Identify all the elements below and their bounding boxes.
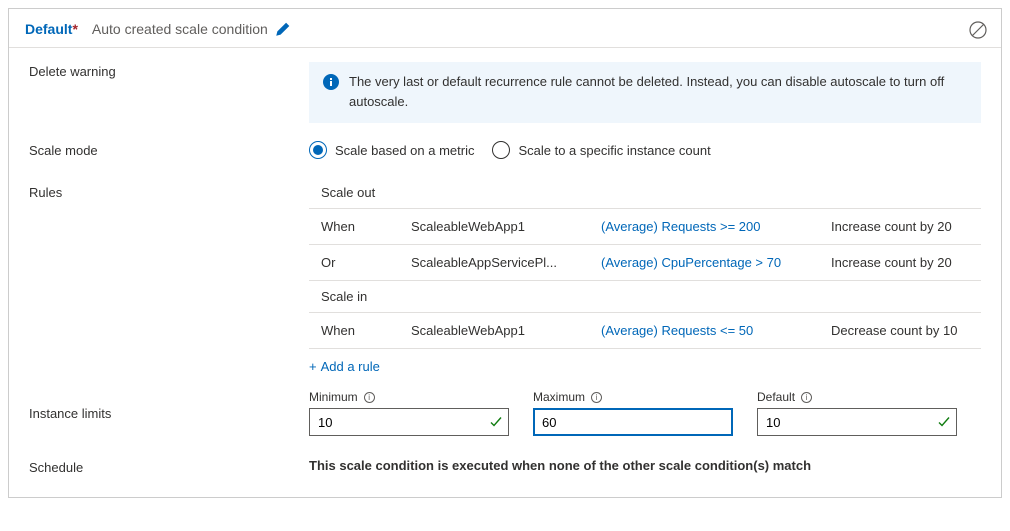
maximum-label: Maximum xyxy=(533,390,585,404)
panel-body: Delete warning The very last or default … xyxy=(9,48,1001,497)
minimum-label: Minimum xyxy=(309,390,358,404)
row-rules: Rules Scale out When ScaleableWebApp1 (A… xyxy=(29,177,981,380)
rule-condition-link[interactable]: (Average) Requests <= 50 xyxy=(601,323,831,338)
maximum-input[interactable] xyxy=(533,408,733,436)
scale-condition-panel: Default* Auto created scale condition De… xyxy=(8,8,1002,498)
row-instance-limits: Instance limits Minimum i xyxy=(29,386,981,436)
radio-label: Scale to a specific instance count xyxy=(518,143,710,158)
rule-action: Increase count by 20 xyxy=(831,255,969,270)
help-icon[interactable]: i xyxy=(591,392,602,403)
table-row[interactable]: Or ScaleableAppServicePl... (Average) Cp… xyxy=(309,245,981,281)
rule-resource: ScaleableWebApp1 xyxy=(411,323,601,338)
radio-scale-metric[interactable]: Scale based on a metric xyxy=(309,141,474,159)
minimum-input-wrap xyxy=(309,408,509,436)
default-label: Default xyxy=(757,390,795,404)
rule-prefix: When xyxy=(321,323,411,338)
check-icon xyxy=(489,415,503,429)
edit-icon[interactable] xyxy=(276,22,290,36)
rules-table: Scale out When ScaleableWebApp1 (Average… xyxy=(309,177,981,349)
scale-mode-radio-group: Scale based on a metric Scale to a speci… xyxy=(309,141,981,159)
label-rules: Rules xyxy=(29,177,309,200)
label-scale-mode: Scale mode xyxy=(29,141,309,158)
maximum-input-wrap xyxy=(533,408,733,436)
rule-action: Decrease count by 10 xyxy=(831,323,969,338)
row-schedule: Schedule This scale condition is execute… xyxy=(29,458,981,475)
rule-condition-link[interactable]: (Average) CpuPercentage > 70 xyxy=(601,255,831,270)
forbid-icon[interactable] xyxy=(969,21,987,39)
default-input-wrap xyxy=(757,408,957,436)
radio-icon xyxy=(309,141,327,159)
radio-scale-specific[interactable]: Scale to a specific instance count xyxy=(492,141,710,159)
info-icon xyxy=(323,74,339,90)
limits-grid: Minimum i Maximum i xyxy=(309,390,981,436)
info-text: The very last or default recurrence rule… xyxy=(349,72,967,111)
rule-condition-link[interactable]: (Average) Requests >= 200 xyxy=(601,219,831,234)
rule-resource: ScaleableAppServicePl... xyxy=(411,255,601,270)
rule-prefix: Or xyxy=(321,255,411,270)
rule-action: Increase count by 20 xyxy=(831,219,969,234)
limit-default: Default i xyxy=(757,390,957,436)
check-icon xyxy=(937,415,951,429)
rule-resource: ScaleableWebApp1 xyxy=(411,219,601,234)
row-scale-mode: Scale mode Scale based on a metric Scale… xyxy=(29,141,981,159)
row-delete-warning: Delete warning The very last or default … xyxy=(29,62,981,123)
panel-header: Default* Auto created scale condition xyxy=(9,9,1001,48)
radio-label: Scale based on a metric xyxy=(335,143,474,158)
label-delete-warning: Delete warning xyxy=(29,62,309,79)
minimum-input[interactable] xyxy=(309,408,509,436)
info-box: The very last or default recurrence rule… xyxy=(309,62,981,123)
help-icon[interactable]: i xyxy=(801,392,812,403)
rule-prefix: When xyxy=(321,219,411,234)
label-instance-limits: Instance limits xyxy=(29,386,309,421)
add-rule-link[interactable]: + Add a rule xyxy=(309,359,380,374)
radio-icon xyxy=(492,141,510,159)
scale-out-header: Scale out xyxy=(309,177,981,209)
limit-maximum: Maximum i xyxy=(533,390,733,436)
table-row[interactable]: When ScaleableWebApp1 (Average) Requests… xyxy=(309,209,981,245)
plus-icon: + xyxy=(309,359,317,374)
limit-minimum: Minimum i xyxy=(309,390,509,436)
scale-in-header: Scale in xyxy=(309,281,981,313)
header-subtitle: Auto created scale condition xyxy=(92,21,268,37)
add-rule-label: Add a rule xyxy=(321,359,380,374)
help-icon[interactable]: i xyxy=(364,392,375,403)
header-title: Default* xyxy=(25,21,78,37)
table-row[interactable]: When ScaleableWebApp1 (Average) Requests… xyxy=(309,313,981,349)
label-schedule: Schedule xyxy=(29,458,309,475)
default-input[interactable] xyxy=(757,408,957,436)
schedule-text: This scale condition is executed when no… xyxy=(309,458,811,473)
